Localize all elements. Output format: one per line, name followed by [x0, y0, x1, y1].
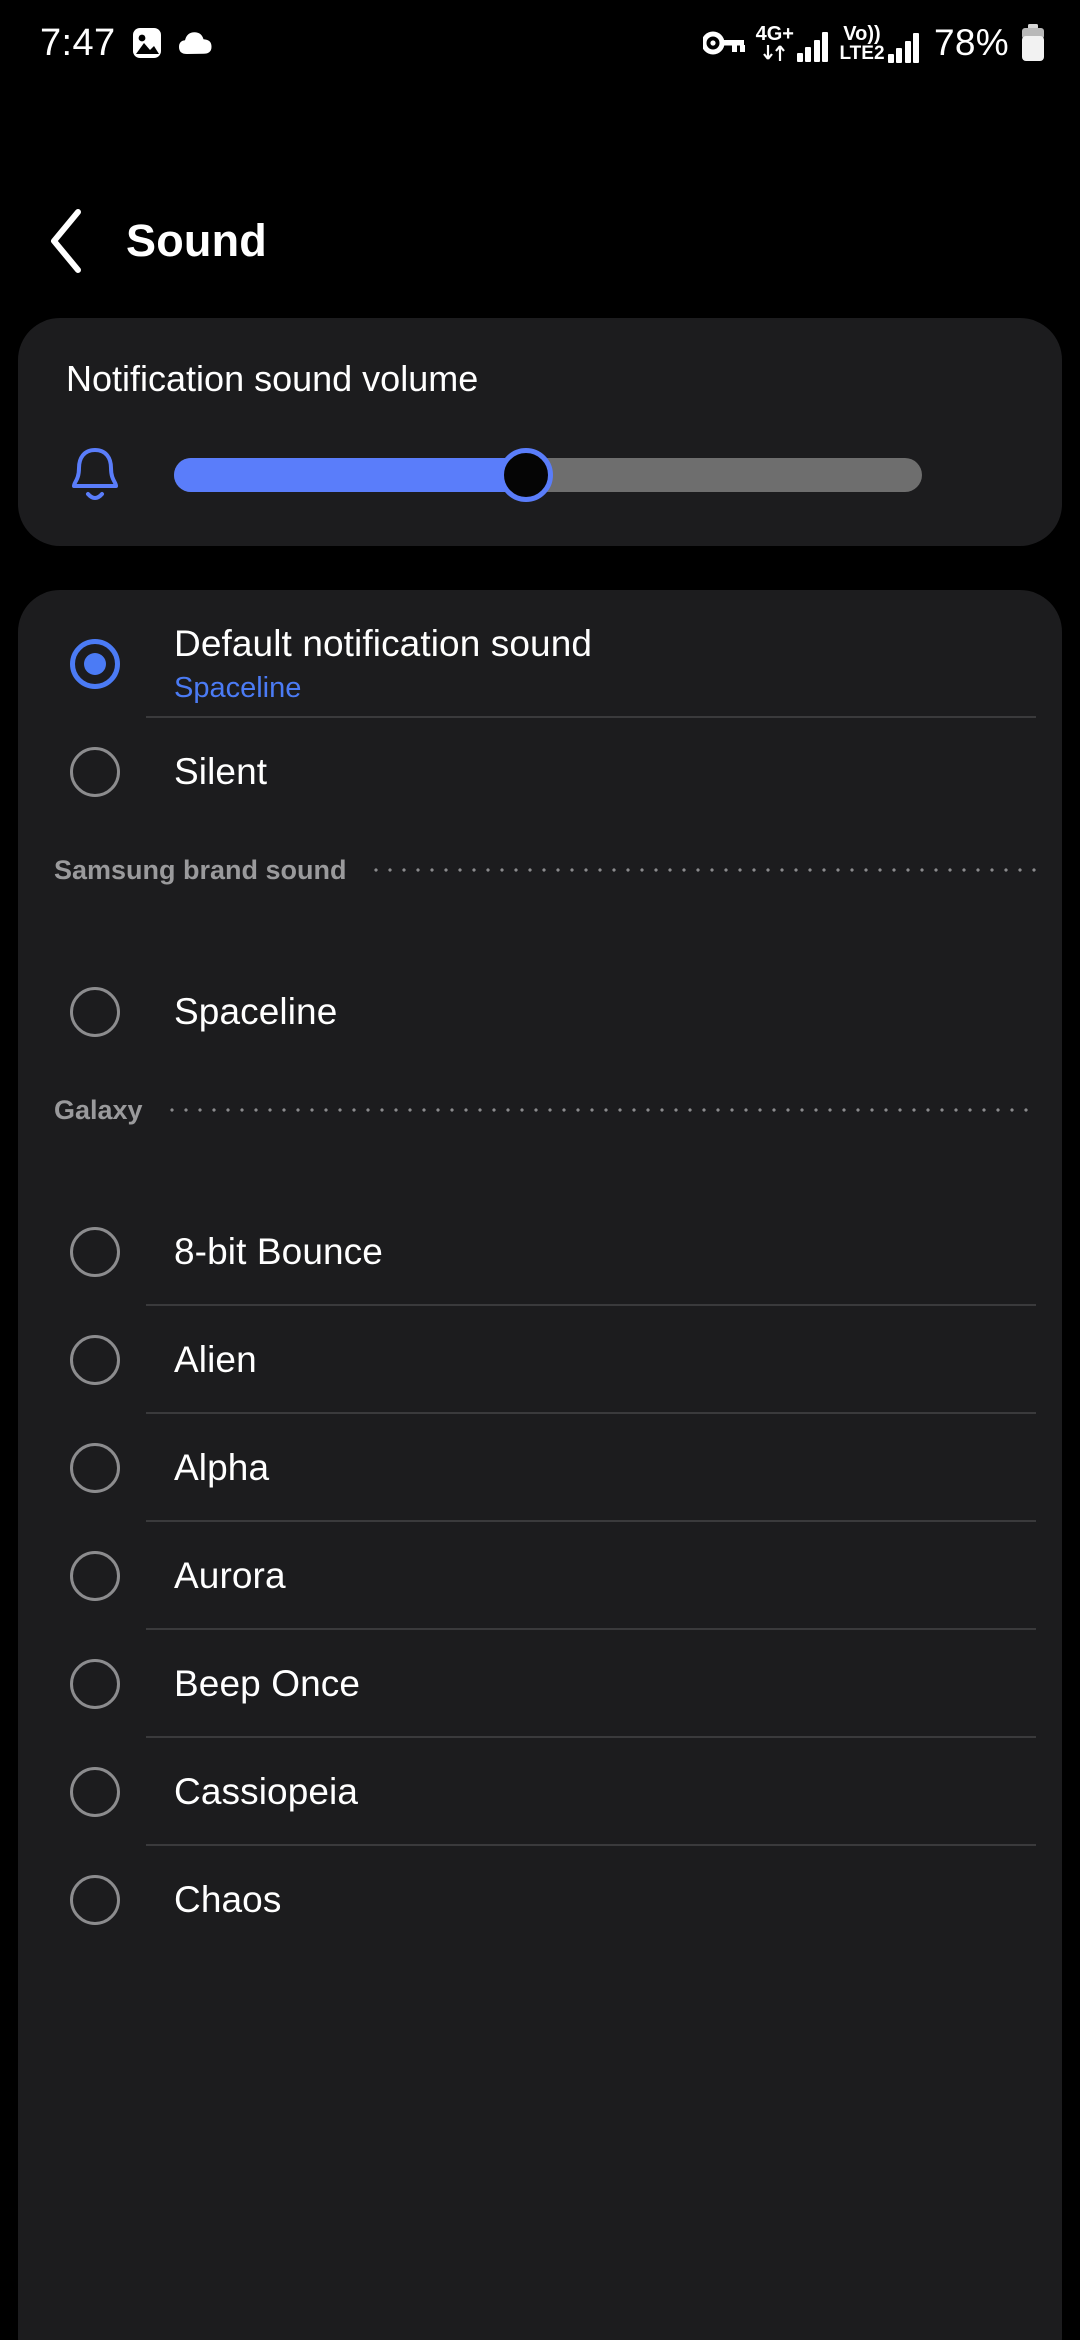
- sound-option-row[interactable]: 8-bit Bounce: [18, 1198, 1062, 1306]
- radio-selected-icon[interactable]: [64, 639, 126, 689]
- radio-unselected-icon[interactable]: [64, 1551, 126, 1601]
- arrows-updown-icon: [762, 44, 788, 62]
- notification-volume-card: Notification sound volume: [18, 318, 1062, 546]
- radio-indicator: [70, 1767, 120, 1817]
- sound-option-labels: Spaceline: [174, 991, 337, 1033]
- radio-indicator: [70, 1335, 120, 1385]
- list-section-title: Samsung brand sound: [54, 854, 347, 885]
- sound-settings-screen: 7:47 4G+ Vo)) LTE2 78% Sound Notificatio…: [0, 0, 1080, 2340]
- radio-indicator: [70, 987, 120, 1037]
- page-title: Sound: [126, 215, 267, 266]
- sound-option-labels: Chaos: [174, 1879, 281, 1921]
- notification-sound-list-card: Default notification sound Spaceline Silen…: [18, 590, 1062, 2340]
- radio-indicator: [70, 1659, 120, 1709]
- signal-bars-primary: [796, 32, 829, 62]
- status-bar: 7:47 4G+ Vo)) LTE2 78%: [0, 0, 1080, 86]
- sound-option-labels: 8-bit Bounce: [174, 1231, 383, 1273]
- sound-option-labels: Alpha: [174, 1447, 269, 1489]
- list-section-header: Galaxy: [18, 1080, 1062, 1140]
- radio-unselected-icon[interactable]: [64, 1227, 126, 1277]
- radio-unselected-icon[interactable]: [64, 747, 126, 797]
- radio-unselected-icon[interactable]: [64, 1335, 126, 1385]
- network-secondary-label: Vo)) LTE2: [839, 22, 885, 64]
- radio-unselected-icon[interactable]: [64, 1875, 126, 1925]
- radio-unselected-icon[interactable]: [64, 1659, 126, 1709]
- network-indicator-secondary: Vo)) LTE2: [839, 22, 920, 64]
- sound-option-row[interactable]: Aurora: [18, 1522, 1062, 1630]
- sound-option-labels: Beep Once: [174, 1663, 360, 1705]
- back-chevron-icon[interactable]: [18, 208, 118, 274]
- sound-option-labels: Cassiopeia: [174, 1771, 358, 1813]
- app-bar: Sound: [0, 186, 1080, 296]
- dotted-rule: [164, 1108, 1036, 1112]
- bell-icon: [64, 444, 126, 506]
- sound-option-labels: Aurora: [174, 1555, 286, 1597]
- notification-volume-label: Notification sound volume: [66, 358, 479, 399]
- radio-indicator: [70, 639, 120, 689]
- sound-option-label: Alpha: [174, 1447, 270, 1488]
- sound-option-label: Alien: [174, 1339, 257, 1380]
- sound-option-label: Default notification sound: [174, 623, 593, 664]
- status-bar-right: 4G+ Vo)) LTE2 78%: [702, 22, 1046, 64]
- sound-option-row[interactable]: Default notification sound Spaceline: [18, 610, 1062, 718]
- cloud-icon: [178, 30, 214, 56]
- sound-option-row[interactable]: Alien: [18, 1306, 1062, 1414]
- image-icon: [132, 27, 162, 59]
- sound-option-label: Beep Once: [174, 1663, 361, 1704]
- dotted-rule: [368, 868, 1036, 872]
- sound-option-labels: Silent: [174, 751, 267, 793]
- notification-volume-row: [18, 440, 1062, 510]
- slider-thumb[interactable]: [498, 448, 553, 502]
- sound-option-row[interactable]: Alpha: [18, 1414, 1062, 1522]
- sound-option-label: Cassiopeia: [174, 1771, 359, 1812]
- key-icon: [702, 30, 745, 56]
- sound-option-row[interactable]: Chaos: [18, 1846, 1062, 1954]
- sound-option-sublabel: Spaceline: [174, 672, 302, 704]
- sound-option-labels: Default notification sound Spaceline: [174, 623, 592, 705]
- radio-unselected-icon[interactable]: [64, 1443, 126, 1493]
- sound-option-row[interactable]: Beep Once: [18, 1630, 1062, 1738]
- radio-indicator: [70, 1551, 120, 1601]
- status-clock: 7:47: [40, 21, 116, 64]
- list-section-title: Galaxy: [54, 1094, 143, 1125]
- radio-indicator: [70, 1875, 120, 1925]
- sound-option-row[interactable]: Silent: [18, 718, 1062, 826]
- radio-unselected-icon[interactable]: [64, 987, 126, 1037]
- battery-percent-label: 78%: [934, 22, 1009, 63]
- signal-bars-secondary: [887, 32, 920, 63]
- radio-indicator: [70, 747, 120, 797]
- sound-option-label: 8-bit Bounce: [174, 1231, 383, 1272]
- sound-option-label: Spaceline: [174, 991, 338, 1032]
- network-primary-label: 4G+: [756, 24, 794, 62]
- network-indicator-primary: 4G+: [756, 24, 829, 62]
- notification-volume-slider[interactable]: [174, 448, 922, 502]
- status-bar-left: 7:47: [40, 22, 214, 65]
- sound-option-label: Chaos: [174, 1879, 282, 1920]
- sound-option-row[interactable]: Spaceline: [18, 958, 1062, 1066]
- radio-indicator: [70, 1443, 120, 1493]
- radio-unselected-icon[interactable]: [64, 1767, 126, 1817]
- slider-fill: [174, 458, 526, 492]
- sound-option-labels: Alien: [174, 1339, 257, 1381]
- sound-option-label: Silent: [174, 751, 268, 792]
- sound-option-row[interactable]: Cassiopeia: [18, 1738, 1062, 1846]
- radio-indicator: [70, 1227, 120, 1277]
- list-section-header: Samsung brand sound: [18, 840, 1062, 900]
- sound-option-label: Aurora: [174, 1555, 286, 1596]
- battery-icon: [1020, 24, 1046, 62]
